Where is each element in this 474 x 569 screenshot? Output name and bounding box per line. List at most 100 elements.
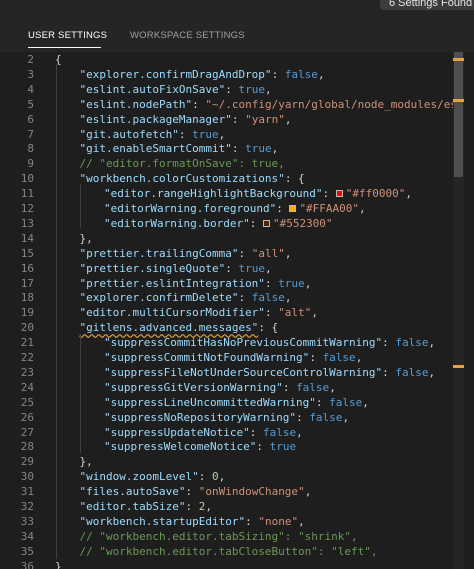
code-token: "files.autoSave" [79,485,186,499]
code-token: , [342,410,350,424]
line-number: 23 [20,365,34,379]
code-line: "workbench.colorCustomizations": { [80,171,305,186]
code-token: true [245,142,272,156]
line-number: 4 [27,82,34,96]
line-number: 18 [20,291,34,305]
code-line: "editor.multiCursorModifier": "alt", [80,305,318,320]
code-line: "prettier.trailingComma": "all", [80,246,292,261]
line-number: 15 [20,246,34,260]
code-line: "workbench.startupEditor": "none", [80,514,305,529]
code-token: , [304,276,312,290]
code-token: "eslint.nodePath" [79,97,193,111]
code-token: false [284,67,318,81]
code-token: , [428,336,436,350]
line-number: 21 [20,336,34,350]
code-token: true [269,440,297,454]
settings-header: 6 Settings Found USER SETTINGS WORKSPACE… [0,0,474,52]
code-token: "eslint.packageManager" [79,112,232,126]
code-token: : [382,365,396,379]
code-token: }, [79,231,93,245]
line-number: 9 [27,157,34,171]
code-token: "editorWarning.foreground" [104,202,277,215]
code-token: : [309,351,323,364]
code-line: "eslint.nodePath": "~/.config/yarn/globa… [80,97,474,112]
code-token: false [322,351,356,364]
code-token: , [218,470,226,484]
overview-ruler-warning-marker [453,58,464,61]
code-token: true [238,261,265,275]
code-token: : [256,440,270,454]
line-number: 10 [20,172,34,186]
code-token: , [317,67,325,81]
line-number: 33 [20,514,34,528]
code-line: "editorWarning.border": "#552300" [104,216,333,231]
code-token: : [249,216,263,230]
code-line: "prettier.singleQuote": true, [80,261,272,276]
code-token: "editor.multiCursorModifier" [79,306,265,320]
line-number: 6 [27,112,34,126]
color-swatch-icon[interactable] [289,205,297,212]
line-number: 32 [20,500,34,513]
line-number: 20 [20,321,34,335]
line-number: 3 [27,67,34,81]
code-token: , [284,291,292,305]
line-number: 36 [20,559,34,569]
code-comment: // "editor.formatOnSave": true, [79,157,285,171]
tab-workspace-settings[interactable]: WORKSPACE SETTINGS [130,30,245,41]
code-token: "#FFAA00" [299,202,360,215]
line-number: 7 [27,127,34,141]
code-line: // "workbench.editor.tabSizing": "shrink… [80,529,358,544]
code-token: }, [79,455,93,469]
code-line: "suppressCommitHasNoPreviousCommitWarnin… [104,335,435,350]
code-token: false [262,425,297,439]
code-token: "editor.tabSize" [79,500,186,513]
code-token: : [276,202,290,215]
scrollbar-thumb[interactable] [454,52,463,177]
code-line: "window.zoomLevel": 0, [80,469,226,484]
code-token: , [271,142,279,156]
overview-ruler-warning-marker [453,365,464,368]
editor-right-margin [464,52,474,569]
code-line: "files.autoSave": "onWindowChange", [80,484,312,499]
line-number: 35 [20,544,34,558]
overview-ruler-warning-marker [453,99,464,102]
line-number: 31 [20,485,34,499]
code-token: : [264,306,279,320]
code-token: : [225,82,239,96]
code-token: "yarn" [245,112,285,126]
color-swatch-icon[interactable] [262,219,270,227]
code-token: "#ff0000" [345,187,406,201]
line-number: 5 [27,97,34,111]
code-line: } [55,559,62,569]
line-number: 13 [20,216,34,230]
code-token: "git.autofetch" [79,127,179,141]
code-token: : [282,380,297,394]
code-line: "gitlens.advanced.messages": { [80,320,279,335]
line-number-gutter: 2 3 4 5 6 7 8 9 10 11 12 13 14 15 16 17 18 19 20 21 22 23 24 25… [0,52,40,569]
code-token: : [382,336,396,350]
code-token: "#552300" [272,216,333,230]
code-token: "suppressLineUncommittedWarning" [104,395,316,409]
code-token: "gitlens.advanced.messages" [79,321,259,335]
code-token: : [225,261,239,275]
code-token: , [359,202,366,215]
code-line: // "editor.formatOnSave": true, [80,156,285,171]
active-tab-indicator [28,47,101,48]
line-number: 14 [20,231,34,245]
code-editor[interactable]: 2 3 4 5 6 7 8 9 10 11 12 13 14 15 16 17 18 19 20 21 22 23 24 25… [0,52,474,569]
code-comment: // "workbench.editor.tabCloseButton": "l… [79,544,378,558]
line-number: 26 [20,410,34,424]
code-token: , [218,127,226,141]
code-token: : { [258,321,279,335]
code-token: , [311,306,318,320]
color-swatch-icon[interactable] [335,190,343,198]
line-number: 25 [20,395,34,409]
code-token: "suppressWelcomeNotice" [104,440,257,454]
line-number: 19 [20,306,34,320]
code-token: : [192,97,206,111]
line-number: 24 [20,380,34,394]
code-token: } [55,559,62,569]
vertical-scrollbar[interactable] [453,52,464,569]
code-token: "onWindowChange" [198,485,305,499]
tab-user-settings[interactable]: USER SETTINGS [28,30,107,41]
